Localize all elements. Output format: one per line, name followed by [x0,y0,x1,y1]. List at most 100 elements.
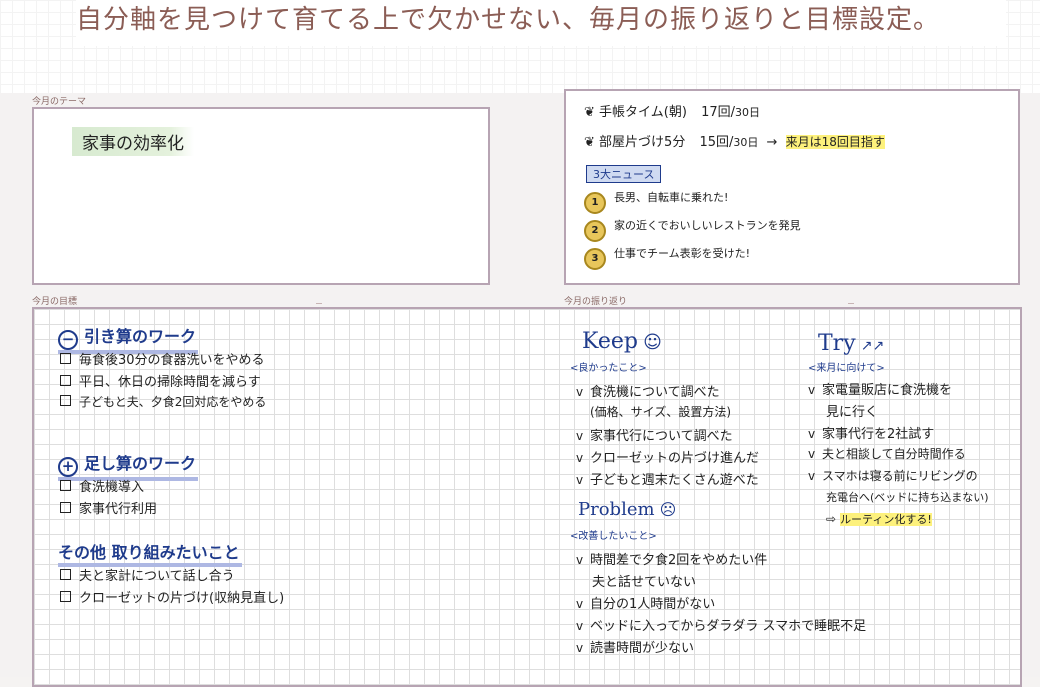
problem-title: Problem [578,499,655,520]
check-mark-icon: v [808,469,816,483]
arrow-icon: → [766,135,778,150]
plus-work-title: 足し算のワーク [84,454,197,473]
check-mark-icon: v [808,427,816,441]
planner-page: 今月のテーマ 家事の効率化 ❦ 手帳タイム(朝) 17回/30日 ❦ 部屋片づけ… [0,89,1040,687]
goal-text: 子どもと夫、夕食2回対応をやめる [79,395,267,409]
keep-title: Keep [582,329,638,354]
medal-icon: 2 [584,220,606,242]
theme-box: 家事の効率化 [32,107,490,285]
check-mark-icon: v [576,473,584,487]
try-text: 夫と相談して自分時間作る [822,447,966,461]
problem-item: v ベッドに入ってからダラダラ スマホで睡眠不足 [576,615,866,634]
goal-item: クローゼットの片づけ(収納見直し) [60,587,284,606]
plus-circle-icon: + [58,457,78,477]
habit-count: 17回 [701,105,731,120]
goal-text: 家事代行利用 [79,502,158,517]
other-heading: その他 取り組みたいこと [58,539,242,567]
problem-subtitle: <改善したいこと> [570,531,657,542]
check-mark-icon: v [576,641,584,655]
smile-icon: ☺ [643,332,662,353]
caption-header: 自分軸を見つけて育てる上で欠かせない、毎月の振り返りと目標設定。 [0,0,1040,93]
habit-count: 15回 [699,135,730,150]
keep-subtitle: <良かったこと> [570,363,647,374]
try-title: Try [818,331,856,356]
minus-circle-icon: − [58,330,78,350]
divider-tick [848,303,854,304]
theme-label: 今月のテーマ [32,97,87,107]
goal-item: 夫と家計について話し合う [60,565,235,584]
check-mark-icon: v [808,447,816,461]
theme-text: 家事の効率化 [72,127,194,156]
goals-review-grid: − 引き算のワーク 毎食後30分の食器洗いをやめる 平日、休日の掃除時間を減らす … [32,307,1022,687]
habit-note: 来月は18回目指す [785,135,885,149]
news-item: 2 家の近くでおいしいレストランを発見 [584,217,801,242]
habit-name: 部屋片づけ5分 [599,135,686,150]
try-text: 家電量販店に食洗機を [822,383,953,398]
keep-item-note: (価格、サイズ、設置方法) [590,405,732,419]
caption-text: 自分軸を見つけて育てる上で欠かせない、毎月の振り返りと目標設定。 [76,0,1006,46]
check-mark-icon: v [576,429,584,443]
check-mark-icon: v [576,553,584,567]
keep-text: 食洗機について調べた [590,385,720,400]
checkbox-icon [60,395,71,406]
keep-item: v クローゼットの片づけ進んだ [576,447,759,466]
keep-text: 家事代行について調べた [590,429,733,444]
problem-item-note: 夫と話せていない [592,575,697,590]
leaf-icon: ❦ [584,105,595,120]
checkbox-icon [60,502,71,513]
news-item: 3 仕事でチーム表彰を受けた! [584,245,750,270]
goals-label: 今月の目標 [32,297,78,307]
goal-text: 食洗機導入 [79,480,145,495]
try-item: v 家事代行を2社試す [808,423,934,442]
outline-arrow-icon: ⇨ [826,512,837,526]
habit-total: 30日 [733,136,759,149]
check-mark-icon: v [808,383,816,397]
check-mark-icon: v [576,619,584,633]
try-subtitle: <来月に向けて> [808,363,885,374]
keep-item: v 子どもと週末たくさん遊べた [576,469,759,488]
try-item: v 家電量販店に食洗機を [808,379,952,398]
news-ribbon: 3大ニュース [586,165,662,183]
goal-text: 平日、休日の掃除時間を減らす [79,375,261,390]
try-item-note: 充電台へ(ベッドに持ち込まない) [826,491,989,504]
try-routine: ⇨ ルーティン化する! [826,511,932,527]
goal-text: 毎食後30分の食器洗いをやめる [79,353,265,368]
goal-text: クローゼットの片づけ(収納見直し) [79,591,285,606]
checkbox-icon [60,569,71,580]
problem-heading: Problem ☹ [578,499,676,520]
problem-item: v 自分の1人時間がない [576,593,715,612]
medal-icon: 3 [584,248,606,270]
review-label: 今月の振り返り [564,297,628,307]
medal-icon: 1 [584,192,606,214]
goal-item: 子どもと夫、夕食2回対応をやめる [60,393,266,410]
divider-tick [316,303,322,304]
goal-item: 平日、休日の掃除時間を減らす [60,371,261,390]
news-text: 長男、自転車に乗れた! [614,191,729,204]
habit-total: 30日 [735,106,761,119]
try-text: 家事代行を2社試す [822,427,935,442]
habit-name: 手帳タイム(朝) [599,105,687,120]
check-mark-icon: v [576,597,584,611]
habits-news-box: ❦ 手帳タイム(朝) 17回/30日 ❦ 部屋片づけ5分 15回/30日 → 来… [564,89,1020,285]
problem-text: ベッドに入ってからダラダラ スマホで睡眠不足 [590,619,867,634]
frown-icon: ☹ [659,500,677,519]
keep-item: v 食洗機について調べた [576,381,720,400]
problem-item: v 読書時間が少ない [576,637,694,656]
try-heading: Try ↗↗ [818,331,884,356]
goal-item: 家事代行利用 [60,498,157,517]
keep-text: クローゼットの片づけ進んだ [590,451,760,466]
keep-heading: Keep ☺ [582,329,662,354]
check-mark-icon: v [576,385,584,399]
checkbox-icon [60,480,71,491]
goal-item: 毎食後30分の食器洗いをやめる [60,349,265,368]
keep-item: v 家事代行について調べた [576,425,733,444]
up-arrows-icon: ↗↗ [860,338,885,354]
leaf-icon: ❦ [584,135,595,150]
problem-text: 自分の1人時間がない [590,597,716,612]
problem-text: 時間差で夕食2回をやめたい件 [590,553,768,568]
news-text: 仕事でチーム表彰を受けた! [614,247,751,260]
habit-row: ❦ 部屋片づけ5分 15回/30日 → 来月は18回目指す [584,135,885,150]
goal-text: 夫と家計について話し合う [79,569,235,584]
try-item-note: 見に行く [826,405,879,420]
habit-row: ❦ 手帳タイム(朝) 17回/30日 [584,105,761,120]
